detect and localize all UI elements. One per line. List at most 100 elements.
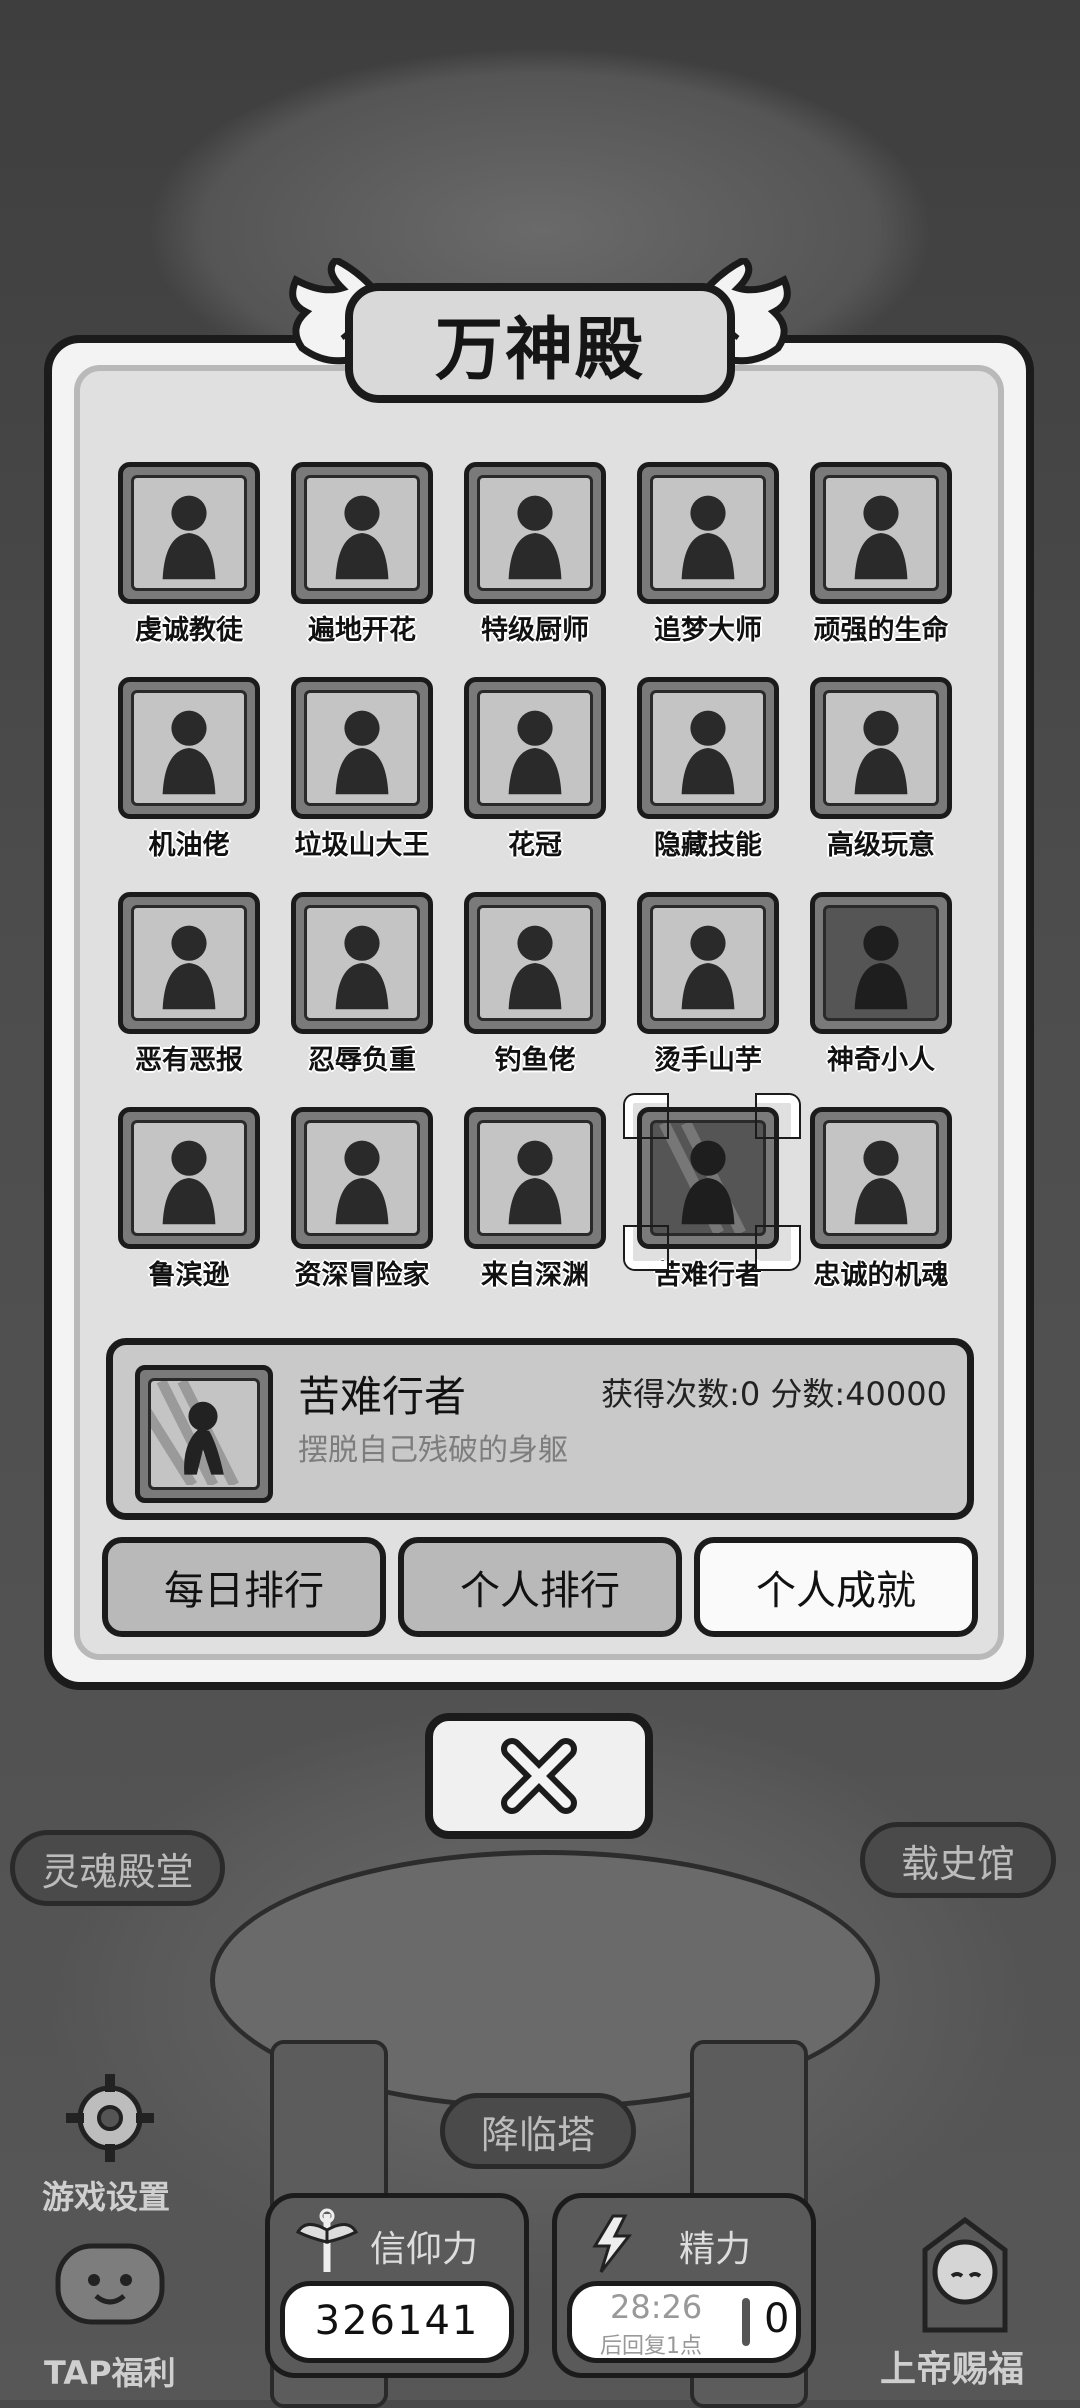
achievement-item[interactable]: 资深冒险家 <box>291 1107 433 1297</box>
tab-daily-ranking-label: 每日排行 <box>164 1568 324 1614</box>
energy-divider <box>742 2298 750 2346</box>
achievement-label: 花冠 <box>508 830 562 861</box>
detail-description: 摆脱自己残破的身躯 <box>298 1433 568 1468</box>
achievement-item[interactable]: 高级玩意 <box>810 677 952 867</box>
achievement-label: 特级厨师 <box>481 615 589 646</box>
achievement-icon-frame <box>810 1107 952 1249</box>
achievement-label: 资深冒险家 <box>294 1260 430 1291</box>
achievement-icon-frame <box>118 462 260 604</box>
achievement-item[interactable]: 虔诚教徒 <box>118 462 260 652</box>
lightning-icon <box>592 2214 633 2273</box>
achievement-icon-frame <box>291 892 433 1034</box>
robot-dome-icon <box>162 710 216 795</box>
achievement-label: 隐藏技能 <box>654 830 762 861</box>
achievement-label: 来自深渊 <box>481 1260 589 1291</box>
flower-crown-icon <box>508 710 562 795</box>
history-hall-label: 载史馆 <box>900 1841 1015 1886</box>
burger-shop-icon <box>335 495 389 580</box>
chat-bubble-icon <box>55 2243 165 2325</box>
achievement-icon-frame <box>464 892 606 1034</box>
achievement-label: 追梦大师 <box>654 615 762 646</box>
tab-daily-ranking[interactable]: 每日排行 <box>102 1537 386 1637</box>
achievement-icon-frame <box>118 677 260 819</box>
achievement-item[interactable]: 忠诚的机魂 <box>810 1107 952 1297</box>
detail-name: 苦难行者 <box>298 1372 467 1421</box>
winged-sword-icon <box>295 2208 359 2272</box>
soul-hall-label: 灵魂殿堂 <box>41 1849 194 1894</box>
dialog-title-plaque: 万神殿 <box>345 283 735 403</box>
achievement-item[interactable]: 钓鱼佬 <box>464 892 606 1082</box>
history-hall-button[interactable]: 载史馆 <box>860 1822 1056 1898</box>
achievement-icon-frame <box>464 677 606 819</box>
glowing-head-icon <box>508 1140 562 1225</box>
tab-personal-ranking-label: 个人排行 <box>460 1568 620 1614</box>
achievement-item[interactable]: 顽强的生命 <box>810 462 952 652</box>
faith-panel: 信仰力 326141 <box>265 2193 529 2378</box>
energy-value-box: 28:26 后回复1点 0 <box>567 2281 801 2363</box>
achievement-icon-frame <box>810 462 952 604</box>
achievement-label: 忍辱负重 <box>308 1045 416 1076</box>
achievement-label: 遍地开花 <box>308 615 416 646</box>
energy-panel: 精力 28:26 后回复1点 0 <box>552 2193 816 2378</box>
achievement-item[interactable]: 遍地开花 <box>291 462 433 652</box>
achievement-label: 虔诚教徒 <box>135 615 243 646</box>
close-button[interactable] <box>425 1713 653 1839</box>
achievement-icon-frame <box>637 892 779 1034</box>
achievement-icon-frame <box>637 462 779 604</box>
achievement-item[interactable]: 烫手山芋 <box>637 892 779 1082</box>
achievement-icon-frame <box>464 1107 606 1249</box>
achievement-label: 垃圾山大王 <box>294 830 430 861</box>
chef-icon <box>508 495 562 580</box>
energy-timer: 28:26 <box>610 2288 703 2326</box>
selection-corner <box>625 1095 667 1137</box>
achievement-icon-frame <box>291 677 433 819</box>
singing-figure-icon <box>681 710 735 795</box>
tap-welfare-button[interactable]: TAP福利 <box>30 2240 190 2392</box>
selection-corner <box>625 1227 667 1269</box>
achievement-icon-frame <box>291 462 433 604</box>
achievement-item[interactable]: 忍辱负重 <box>291 892 433 1082</box>
achievement-item[interactable]: 机油佬 <box>118 677 260 867</box>
fairy-icon <box>854 1140 908 1225</box>
god-blessing-label: 上帝赐福 <box>880 2349 1025 2390</box>
achievement-item[interactable]: 花冠 <box>464 677 606 867</box>
descend-tower-button[interactable]: 降临塔 <box>440 2093 636 2169</box>
suffering-walker-icon <box>659 1123 746 1233</box>
achievement-item[interactable]: 特级厨师 <box>464 462 606 652</box>
game-settings-button[interactable]: 游戏设置 <box>30 2068 190 2218</box>
faith-label: 信仰力 <box>370 2229 479 2270</box>
selection-corner <box>757 1095 799 1137</box>
achievement-label: 钓鱼佬 <box>494 1045 576 1076</box>
soul-hall-button[interactable]: 灵魂殿堂 <box>10 1830 225 1906</box>
achievement-item[interactable]: 来自深渊 <box>464 1107 606 1297</box>
haloed-figure-icon <box>854 495 908 580</box>
achievement-icon-frame <box>637 677 779 819</box>
fish-icon <box>508 925 562 1010</box>
achievement-item[interactable]: 鲁滨逊 <box>118 1107 260 1297</box>
trash-mountain-king-icon <box>335 710 389 795</box>
descend-tower-label: 降临塔 <box>480 2112 595 2157</box>
dancing-figure-icon <box>854 925 908 1010</box>
achievement-item[interactable]: 神奇小人 <box>810 892 952 1082</box>
tab-personal-achievements[interactable]: 个人成就 <box>694 1537 978 1637</box>
achievement-label: 高级玩意 <box>827 830 935 861</box>
hands-holding-gem-icon <box>681 925 735 1010</box>
tab-personal-ranking[interactable]: 个人排行 <box>398 1537 682 1637</box>
island-palm-icon <box>162 1140 216 1225</box>
robot-tshirt-icon <box>854 710 908 795</box>
achievement-label: 顽强的生命 <box>813 615 949 646</box>
achievement-item[interactable]: 苦难行者 <box>625 1095 799 1297</box>
achievement-label: 神奇小人 <box>827 1045 935 1076</box>
stage-building-icon <box>681 495 735 580</box>
game-settings-label: 游戏设置 <box>42 2178 171 2216</box>
achievement-item[interactable]: 追梦大师 <box>637 462 779 652</box>
achievement-item[interactable]: 垃圾山大王 <box>291 677 433 867</box>
tap-welfare-label: TAP福利 <box>44 2354 176 2392</box>
achievement-item[interactable]: 恶有恶报 <box>118 892 260 1082</box>
kneeling-figure-icon <box>335 925 389 1010</box>
achievement-label: 忠诚的机魂 <box>813 1260 949 1291</box>
achievement-icon-frame <box>810 677 952 819</box>
dialog-title: 万神殿 <box>434 310 645 390</box>
achievement-item[interactable]: 隐藏技能 <box>637 677 779 867</box>
god-blessing-button[interactable]: 上帝赐福 <box>870 2210 1060 2390</box>
